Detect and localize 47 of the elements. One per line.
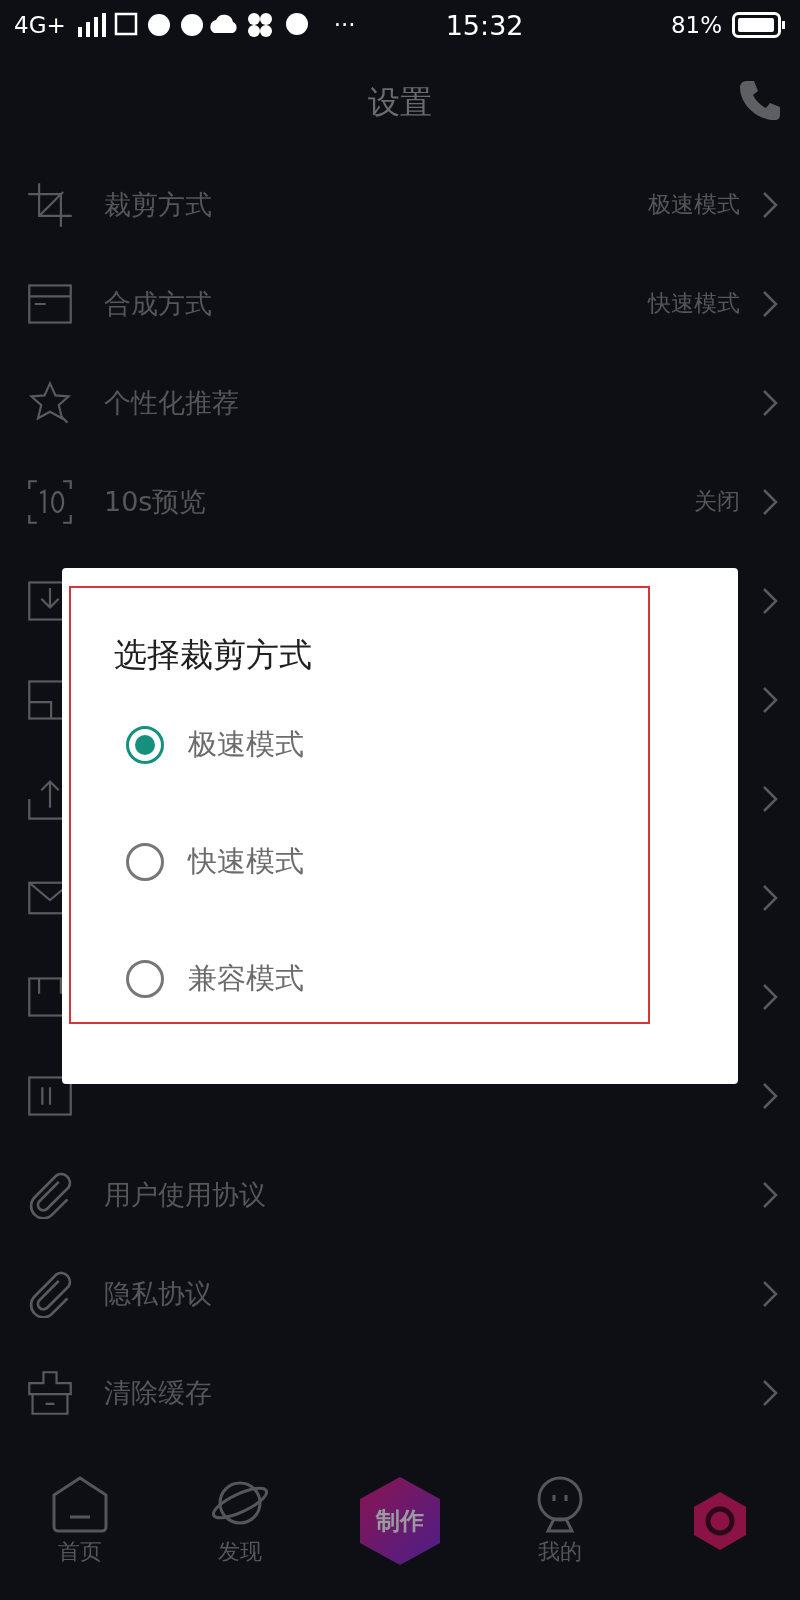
phone-icon[interactable]	[738, 78, 782, 122]
tab-label[interactable]: 首页	[58, 1537, 102, 1567]
chevron-icon	[762, 289, 778, 318]
setting-value: 快速模式	[648, 289, 740, 318]
setting-label[interactable]: 用户使用协议	[104, 1176, 266, 1213]
chevron-icon	[762, 685, 778, 714]
radio-button[interactable]	[126, 725, 164, 764]
dialog-title: 选择裁剪方式	[114, 634, 313, 676]
option-label[interactable]: 兼容模式	[188, 958, 304, 999]
setting-value: 极速模式	[648, 190, 740, 219]
setting-label[interactable]: 个性化推荐	[104, 384, 239, 421]
signal-icon	[75, 13, 106, 37]
radio-button[interactable]	[126, 842, 164, 881]
clock: 15:32	[445, 9, 524, 41]
chevron-icon	[762, 784, 778, 813]
chevron-icon	[762, 487, 778, 516]
chevron-icon	[762, 1378, 778, 1407]
setting-label[interactable]: 裁剪方式	[104, 186, 212, 223]
chevron-icon	[762, 1081, 778, 1110]
setting-value: 关闭	[694, 487, 740, 516]
option-label[interactable]: 快速模式	[188, 841, 304, 882]
chevron-icon	[762, 190, 778, 219]
setting-icon	[26, 180, 74, 229]
chevron-icon	[762, 982, 778, 1011]
chevron-icon	[762, 1180, 778, 1209]
setting-label[interactable]: 清除缓存	[104, 1374, 212, 1411]
setting-icon	[26, 477, 74, 526]
battery-icon	[732, 12, 786, 38]
setting-label[interactable]: 合成方式	[104, 285, 212, 322]
battery-percentage: 81%	[670, 12, 722, 38]
chevron-icon	[762, 388, 778, 417]
create-tab[interactable]: 制作	[360, 1477, 440, 1565]
more-indicator: ···	[333, 12, 356, 38]
hexagon-icon[interactable]	[692, 1491, 748, 1551]
setting-label[interactable]: 隐私协议	[104, 1275, 212, 1312]
setting-icon	[26, 1368, 74, 1417]
option-label[interactable]: 极速模式	[188, 724, 304, 765]
radio-button[interactable]	[126, 959, 164, 998]
setting-label[interactable]: 10s预览	[104, 483, 207, 520]
chevron-icon	[762, 586, 778, 615]
page-title: 设置	[368, 81, 432, 123]
network-label: 4G+	[14, 12, 66, 38]
chevron-icon	[762, 1279, 778, 1308]
home-icon	[50, 1475, 110, 1533]
tab-label[interactable]: 我的	[538, 1537, 582, 1567]
tab-label[interactable]: 发现	[218, 1537, 262, 1567]
chevron-icon	[762, 883, 778, 912]
